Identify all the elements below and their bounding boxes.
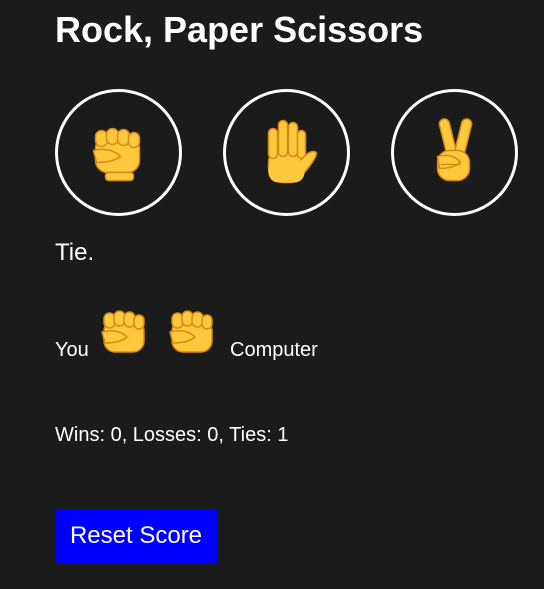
losses-count: 0 [207,424,219,446]
victory-hand-icon [436,118,473,182]
reset-score-button[interactable]: Reset Score [55,509,217,563]
ties-count: 1 [277,424,289,446]
player-move-fist-icon [101,310,145,353]
wins-label: Wins: [55,424,111,446]
losses-label: , Losses: [121,424,208,446]
result-text: Tie. [55,239,95,266]
computer-move-fist-icon [169,310,213,353]
page-title: Rock, Paper Scissors [55,9,424,50]
ties-label: , Ties: [218,424,278,446]
moves-row: You Computer [55,300,455,370]
wins-count: 0 [110,424,122,446]
paper-button[interactable] [223,89,350,216]
scissors-button[interactable] [391,89,518,216]
raised-fist-icon [92,127,141,182]
score-text: Wins: 0, Losses: 0, Ties: 1 [55,423,288,447]
you-label: You [55,339,89,361]
computer-label: Computer [230,339,318,361]
rock-button[interactable] [55,89,182,216]
raised-hand-icon [267,119,318,184]
